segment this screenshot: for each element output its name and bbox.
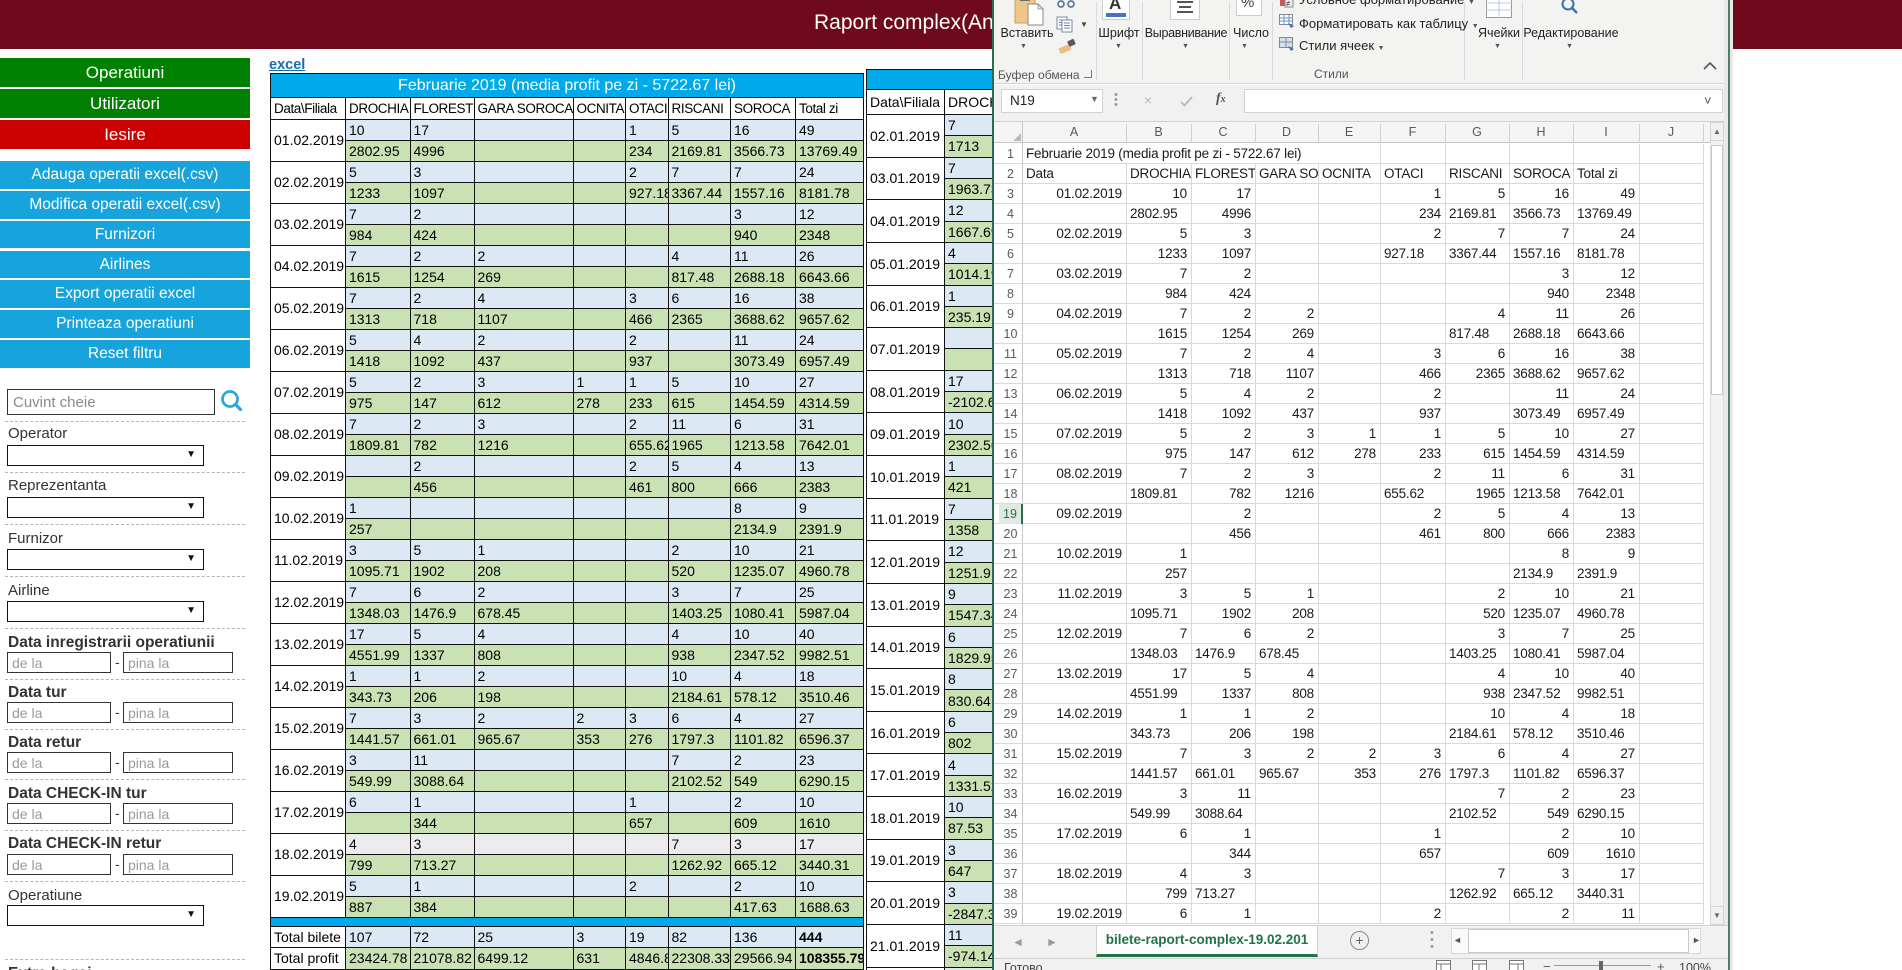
svg-text:≠: ≠	[1286, 0, 1291, 8]
